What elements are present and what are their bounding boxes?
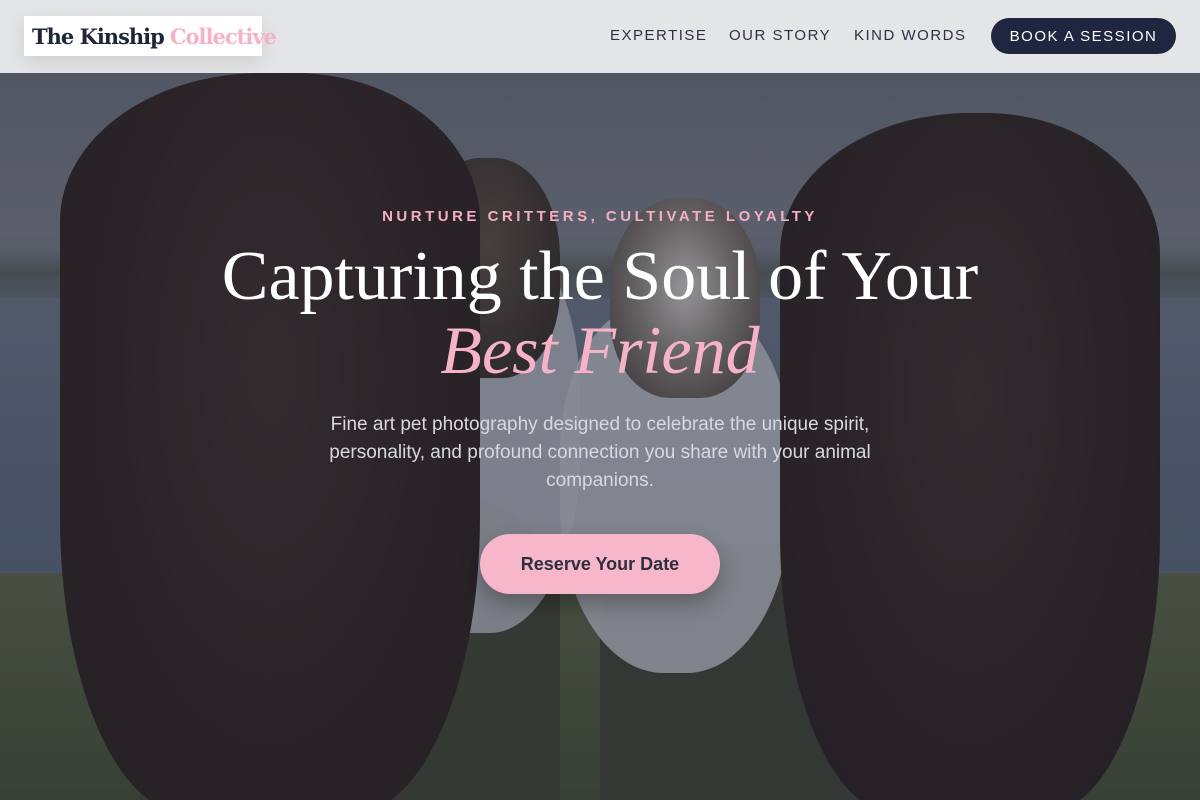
hero-tagline: NURTURE CRITTERS, CULTIVATE LOYALTY bbox=[382, 208, 818, 225]
nav-link-expertise[interactable]: EXPERTISE bbox=[610, 27, 707, 44]
hero-subtext: Fine art pet photography designed to cel… bbox=[329, 414, 871, 491]
book-session-button[interactable]: BOOK A SESSION bbox=[991, 18, 1176, 54]
hero-content: NURTURE CRITTERS, CULTIVATE LOYALTY Capt… bbox=[0, 73, 1200, 800]
hero-headline: Capturing the Soul of Your bbox=[221, 238, 979, 315]
brand-logo[interactable]: The Kinship Collective bbox=[24, 16, 277, 56]
site-header: The Kinship Collective EXPERTISE OUR STO… bbox=[0, 0, 1200, 73]
hero-headline-accent: Best Friend bbox=[440, 312, 760, 388]
nav-link-kind-words[interactable]: KIND WORDS bbox=[854, 27, 967, 44]
nav-link-our-story[interactable]: OUR STORY bbox=[729, 27, 831, 44]
brand-name-accent: Collective bbox=[169, 23, 277, 49]
hero-section: NURTURE CRITTERS, CULTIVATE LOYALTY Capt… bbox=[0, 73, 1200, 800]
brand-name-main: The Kinship bbox=[32, 23, 165, 49]
reserve-date-button[interactable]: Reserve Your Date bbox=[480, 534, 720, 594]
